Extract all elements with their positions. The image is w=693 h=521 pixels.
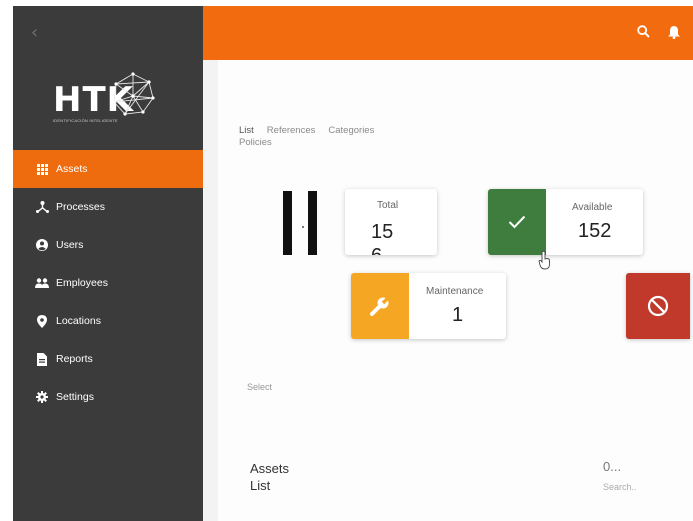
gear-icon xyxy=(35,390,49,404)
tab-categories[interactable]: Categories xyxy=(328,125,374,136)
pause-icon xyxy=(283,191,317,255)
stat-card-maintenance[interactable]: Maintenance 1 xyxy=(351,273,506,339)
sidebar-item-processes[interactable]: Processes xyxy=(13,188,203,226)
sidebar-nav: Assets Processes Users Employees Locatio… xyxy=(13,150,203,416)
content-gutter xyxy=(203,60,218,521)
tab-list[interactable]: List xyxy=(239,125,254,136)
hand-cursor-icon xyxy=(538,250,550,270)
stat-card-blocked[interactable] xyxy=(626,273,690,339)
tab-bar: List References Categories Policies xyxy=(239,125,419,149)
hierarchy-icon xyxy=(35,200,49,214)
block-icon xyxy=(626,273,690,339)
search-input[interactable]: Search.. xyxy=(603,482,637,492)
top-app-bar xyxy=(203,6,693,60)
sidebar-item-label: Reports xyxy=(56,353,93,365)
stat-value: 156 xyxy=(371,221,394,255)
stat-label: Total xyxy=(377,200,399,211)
sidebar-item-settings[interactable]: Settings xyxy=(13,378,203,416)
stat-card-total[interactable]: Total 156 xyxy=(345,189,437,255)
sidebar-item-label: Locations xyxy=(56,315,101,327)
logo-subtitle: IDENTIFICACIÓN INTELIGENTE xyxy=(53,118,118,123)
stat-value: 152 xyxy=(578,220,612,242)
stat-card-available[interactable]: Available 152 xyxy=(488,189,643,255)
sidebar-item-label: Processes xyxy=(56,201,106,213)
assets-list-title: Assets List xyxy=(250,461,290,493)
sidebar-item-reports[interactable]: Reports xyxy=(13,340,203,378)
bell-icon[interactable] xyxy=(668,25,680,44)
wrench-icon xyxy=(351,273,409,339)
sidebar-item-users[interactable]: Users xyxy=(13,226,203,264)
tab-references[interactable]: References xyxy=(267,125,316,136)
sidebar-item-assets[interactable]: Assets xyxy=(13,150,203,188)
logo: HTK IDENTIFICACIÓN INTELIGENTE xyxy=(53,72,163,132)
back-chevron-icon[interactable]: ‹ xyxy=(31,22,38,43)
grid-icon xyxy=(35,162,49,176)
stat-label: Available xyxy=(572,202,613,213)
sidebar-item-label: Assets xyxy=(56,163,88,175)
check-icon xyxy=(488,189,546,255)
sidebar-item-label: Users xyxy=(56,239,84,251)
location-pin-icon xyxy=(35,314,49,328)
stat-label: Maintenance xyxy=(426,286,484,297)
stat-value: 1 xyxy=(452,304,464,326)
people-icon xyxy=(35,276,49,290)
select-filter[interactable]: Select xyxy=(247,382,272,392)
document-icon xyxy=(35,352,49,366)
sidebar-item-locations[interactable]: Locations xyxy=(13,302,203,340)
assets-count: 0... xyxy=(603,459,622,474)
sidebar: ‹ HTK IDENTIFICACIÓN INTELIGENTE Assets … xyxy=(13,6,203,521)
user-circle-icon xyxy=(35,238,49,252)
search-icon[interactable] xyxy=(637,25,650,43)
network-globe-icon xyxy=(112,72,155,116)
sidebar-item-label: Employees xyxy=(56,277,108,289)
tab-policies[interactable]: Policies xyxy=(239,137,272,148)
sidebar-item-employees[interactable]: Employees xyxy=(13,264,203,302)
sidebar-item-label: Settings xyxy=(56,391,94,403)
